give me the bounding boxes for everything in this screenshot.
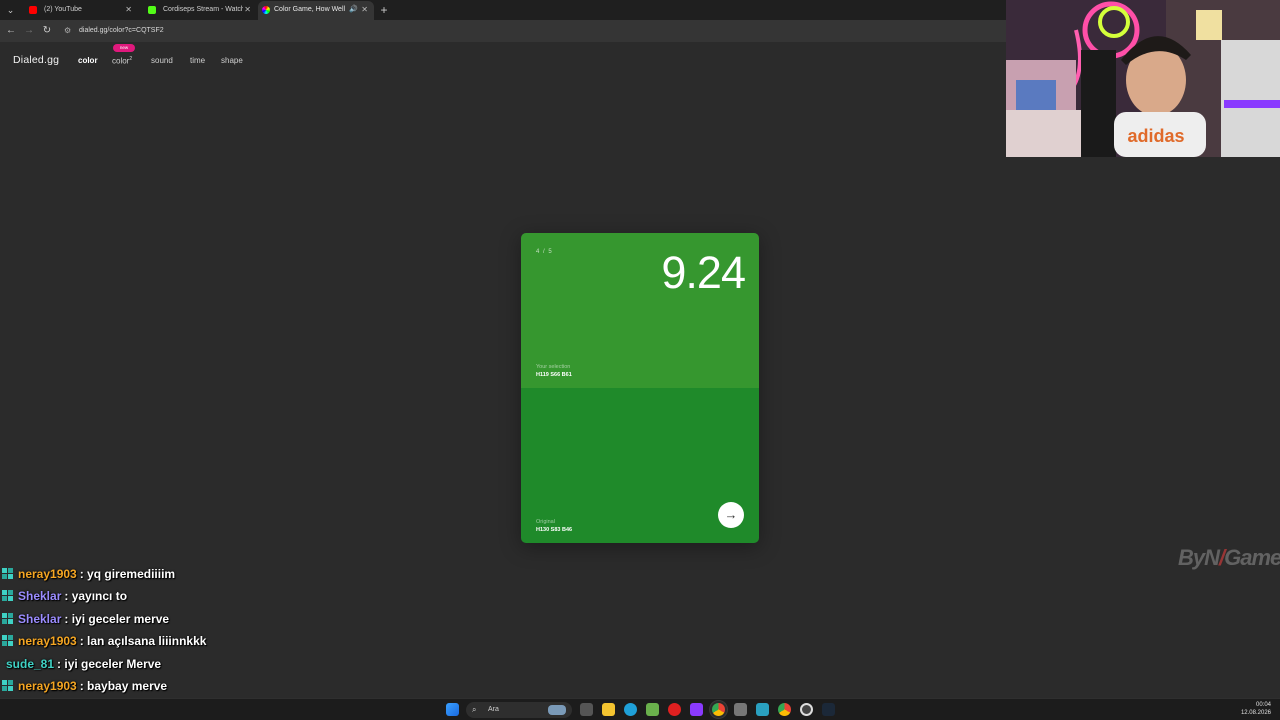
nav-label: shape <box>221 56 243 65</box>
chat-badge-icon <box>2 612 14 624</box>
watermark-text: ByN <box>1178 545 1220 570</box>
arrow-right-icon: → <box>724 507 738 522</box>
chat-username: Sheklar <box>18 611 62 626</box>
windows-icon[interactable] <box>446 703 459 716</box>
chat-text: : yq giremediiiim <box>79 567 176 581</box>
score: 9.24 <box>661 247 746 298</box>
forward-icon[interactable]: → <box>22 24 36 38</box>
close-tab-icon[interactable]: ✕ <box>244 1 251 19</box>
obs-icon[interactable] <box>800 703 813 716</box>
svg-text:adidas: adidas <box>1127 126 1184 146</box>
chat-badge-icon <box>2 590 14 602</box>
back-icon[interactable]: ← <box>4 24 18 38</box>
tab-label: Color Game, How Well Can <box>274 6 346 13</box>
close-tab-icon[interactable]: ✕ <box>125 1 132 19</box>
chat-text: : iyi geceler Merve <box>57 656 162 671</box>
chat-message: sude_81: iyi geceler Merve <box>2 654 161 674</box>
kick-favicon-icon <box>148 6 156 14</box>
nav-label: sound <box>151 56 173 65</box>
channel-watermark: ByN/Game <box>1178 545 1280 571</box>
chat-message: Sheklar: iyi geceler merve <box>2 609 169 629</box>
webcam-image: adidas <box>1006 0 1280 157</box>
store-icon[interactable] <box>646 703 659 716</box>
chat-badge-icon <box>2 568 14 579</box>
terminal-icon[interactable] <box>756 703 769 716</box>
chat-badge-icon <box>2 635 14 647</box>
chat-message: neray1903: yq giremediiiim <box>2 564 175 584</box>
chat-username: Sheklar <box>18 589 62 604</box>
nav-label: time <box>190 56 206 65</box>
close-tab-icon[interactable]: ✕ <box>361 1 368 19</box>
site-info-icon[interactable]: ⚙ <box>64 26 74 36</box>
task-view-icon[interactable] <box>580 703 593 716</box>
clock-time: 00:04 <box>1255 702 1271 708</box>
nav-time[interactable]: time <box>190 56 205 65</box>
chat-username: sude_81 <box>6 656 55 671</box>
tab-stream[interactable]: Cordiseps Stream - Watch Live ✕ <box>139 1 257 20</box>
nav-sup: 2 <box>129 56 133 62</box>
tab-label: Cordiseps Stream - Watch Live <box>163 6 243 13</box>
search-placeholder: Ara <box>488 706 499 713</box>
dialed-favicon-icon <box>262 6 270 14</box>
youtube-icon[interactable] <box>668 703 681 716</box>
chat-text: : yayıncı to <box>64 589 128 604</box>
webcam-overlay: adidas <box>1006 0 1280 157</box>
youtube-favicon-icon <box>29 6 37 14</box>
watermark-text: Game <box>1224 545 1280 570</box>
chrome-icon[interactable] <box>712 703 725 716</box>
selection-value: H119 S66 B61 <box>536 372 572 378</box>
site-logo[interactable]: Dialed.gg <box>13 54 59 66</box>
taskbar: ⌕ Ara 00:04 12.08.2026 <box>0 698 1280 720</box>
original-color-swatch: Original H130 S83 B46 → <box>521 388 759 543</box>
chat-text: : lan açılsana liiinnkkk <box>79 634 207 649</box>
clock-date: 12.08.2026 <box>1240 710 1271 716</box>
chat-username: neray1903 <box>18 634 77 649</box>
nav-color-squared[interactable]: color2 <box>112 56 132 66</box>
result-card: 4 / 5 9.24 Your selection H119 S66 B61 O… <box>521 233 759 543</box>
steam-icon[interactable] <box>822 703 835 716</box>
chrome-profile-icon[interactable] <box>778 703 791 716</box>
tab-search-icon[interactable]: ⌄ <box>3 3 18 17</box>
chat-message: neray1903: baybay merve <box>2 676 167 696</box>
selected-color-swatch: 4 / 5 9.24 Your selection H119 S66 B61 <box>521 233 759 388</box>
next-button[interactable]: → <box>718 502 744 528</box>
tab-color-game[interactable]: Color Game, How Well Can 🔊 ✕ <box>258 1 374 20</box>
original-label: Original <box>536 519 555 525</box>
edge-icon[interactable] <box>624 703 637 716</box>
chat-username: neray1903 <box>18 567 77 581</box>
nav-label: color <box>112 56 130 66</box>
settings-icon[interactable] <box>734 703 747 716</box>
nav-shape[interactable]: shape <box>221 56 243 65</box>
selection-label: Your selection <box>536 364 571 370</box>
chat-text: : iyi geceler merve <box>64 611 170 626</box>
chat-message: Sheklar: yayıncı to <box>2 586 127 606</box>
app-icon[interactable] <box>690 703 703 716</box>
new-badge: new <box>113 44 135 52</box>
search-icon: ⌕ <box>472 705 477 714</box>
chat-username: neray1903 <box>18 679 77 693</box>
reload-icon[interactable]: ↻ <box>40 24 54 38</box>
tab-youtube[interactable]: (2) YouTube ✕ <box>20 1 138 20</box>
screen: ⌄ (2) YouTube ✕ Cordiseps Stream - Watch… <box>0 0 1280 720</box>
chat-text: : baybay merve <box>79 679 168 693</box>
search-highlight-icon <box>548 705 566 715</box>
original-value: H130 S83 B46 <box>536 527 573 533</box>
url-field[interactable]: dialed.gg/color?c=CQTSF2 <box>79 24 164 38</box>
nav-sound[interactable]: sound <box>151 56 173 65</box>
file-explorer-icon[interactable] <box>602 703 615 716</box>
chat-badge-icon <box>2 680 14 691</box>
new-tab-button[interactable]: + <box>378 0 390 20</box>
chat-message: neray1903: lan açılsana liiinnkkk <box>2 631 206 651</box>
system-clock[interactable]: 00:04 12.08.2026 <box>1241 701 1271 717</box>
audio-icon[interactable]: 🔊 <box>349 1 358 19</box>
taskbar-search[interactable]: ⌕ Ara <box>466 702 572 718</box>
round-progress: 4 / 5 <box>536 249 553 255</box>
nav-label: color <box>78 56 98 65</box>
nav-color[interactable]: color <box>78 56 98 65</box>
tab-label: (2) YouTube <box>44 6 82 13</box>
